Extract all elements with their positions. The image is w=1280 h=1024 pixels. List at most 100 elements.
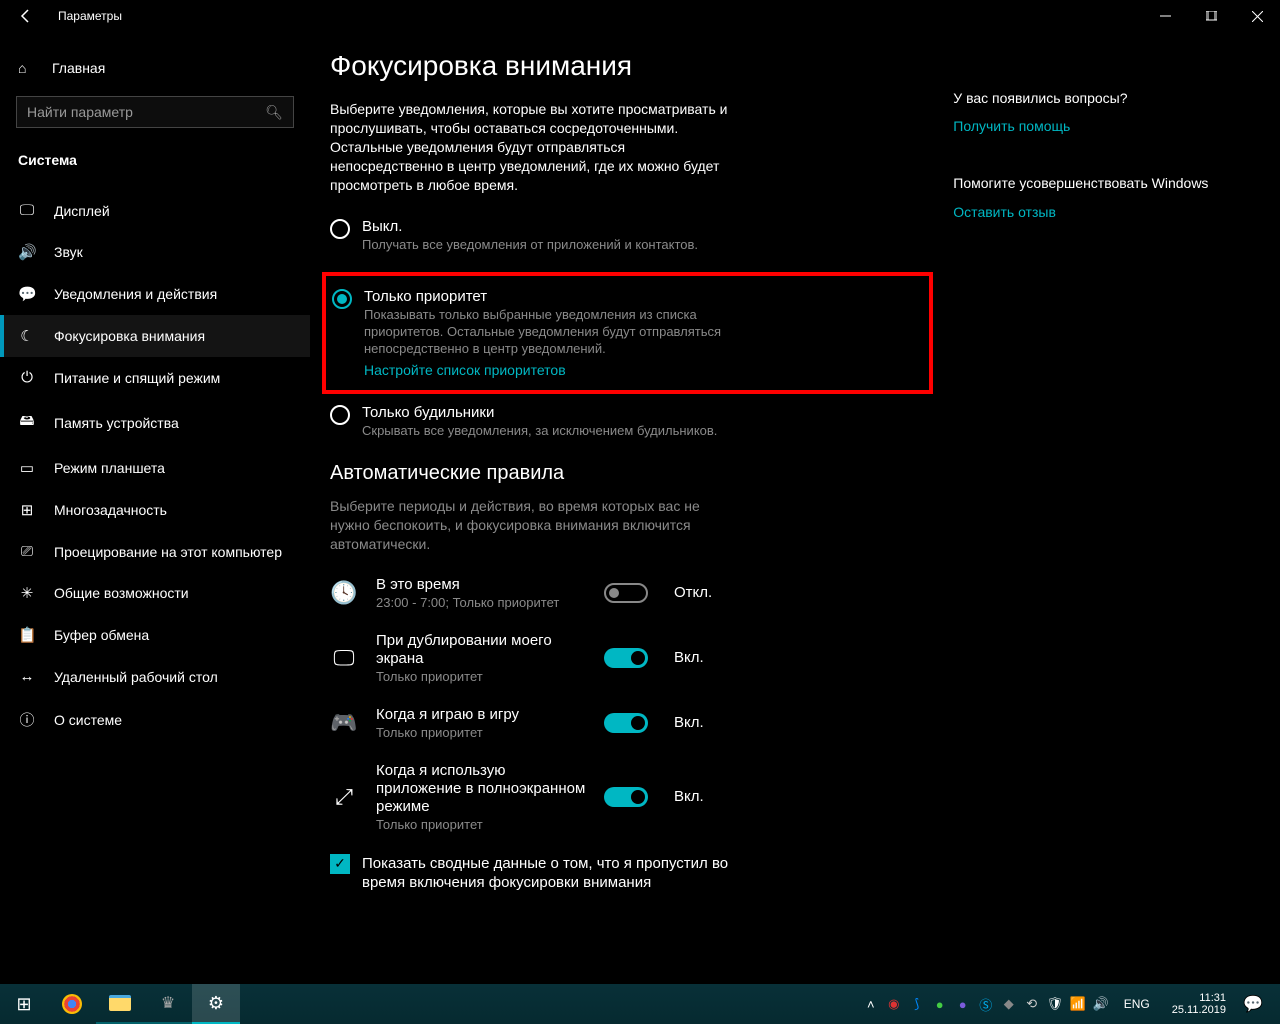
clock-icon: 🕓 <box>330 580 358 606</box>
sidebar-item-multitask[interactable]: ⊞Многозадачность <box>0 489 310 531</box>
tray-app2-icon[interactable]: ⟆ <box>908 996 926 1012</box>
sidebar-item-display[interactable]: 🖵Дисплей <box>0 190 310 231</box>
summary-checkbox[interactable]: ✓ <box>330 854 350 874</box>
highlighted-option: Только приоритет Показывать только выбра… <box>322 272 933 394</box>
close-button[interactable] <box>1234 0 1280 32</box>
taskbar: ⊞ ♛ ⚙ ˄ ◉ ⟆ ● ● Ⓢ ◆ ⟲ 🛡 📶 🔊 ENG 11:31 25… <box>0 984 1280 1024</box>
radio-priority-title: Только приоритет <box>364 288 724 305</box>
game-icon: 🎮 <box>330 710 358 736</box>
maximize-button[interactable] <box>1188 0 1234 32</box>
taskbar-game[interactable]: ♛ <box>144 984 192 1024</box>
titlebar: Параметры <box>0 0 1280 32</box>
rule-time-state: Откл. <box>674 584 712 601</box>
rule-fullscreen[interactable]: ⤢ Когда я использую приложение в полноэк… <box>330 762 933 832</box>
action-center-icon[interactable]: 💬 <box>1234 994 1272 1014</box>
rule-game-state: Вкл. <box>674 714 704 731</box>
home-icon: ⌂ <box>18 60 36 76</box>
sidebar-item-focus[interactable]: ☾Фокусировка внимания <box>0 315 310 357</box>
search-input[interactable] <box>27 104 265 120</box>
minimize-button[interactable] <box>1142 0 1188 32</box>
rule-game-toggle[interactable] <box>604 713 648 733</box>
start-button[interactable]: ⊞ <box>0 984 48 1024</box>
sidebar-item-power[interactable]: ⏻Питание и спящий режим <box>0 357 310 398</box>
remote-icon: ↔ <box>18 668 36 685</box>
feedback-link[interactable]: Оставить отзыв <box>953 204 1250 220</box>
sidebar-item-about[interactable]: ⓘО системе <box>0 697 310 742</box>
home-link[interactable]: ⌂ Главная <box>0 52 310 84</box>
sidebar: ⌂ Главная 🔍︎ Система 🖵Дисплей 🔊Звук 💬Уве… <box>0 32 310 984</box>
rule-fullscreen-toggle[interactable] <box>604 787 648 807</box>
page-description: Выберите уведомления, которые вы хотите … <box>330 100 730 194</box>
sidebar-item-shared[interactable]: ✳Общие возможности <box>0 572 310 614</box>
monitor-icon: 🖵 <box>330 645 358 671</box>
taskbar-chrome[interactable] <box>48 984 96 1024</box>
aside: У вас появились вопросы? Получить помощь… <box>953 50 1250 984</box>
radio-priority-control[interactable] <box>332 289 352 309</box>
sidebar-item-project[interactable]: ⎚Проецирование на этот компьютер <box>0 531 310 572</box>
rule-time-toggle[interactable] <box>604 583 648 603</box>
radio-alarms-desc: Скрывать все уведомления, за исключением… <box>362 423 717 440</box>
tray-up-icon[interactable]: ˄ <box>862 997 880 1012</box>
window-title: Параметры <box>58 9 122 23</box>
search-box[interactable]: 🔍︎ <box>16 96 294 128</box>
shared-icon: ✳ <box>18 584 36 602</box>
tray-skype-icon[interactable]: Ⓢ <box>977 995 995 1014</box>
notifications-icon: 💬 <box>18 285 36 303</box>
tray-network-icon[interactable]: 📶 <box>1069 996 1087 1012</box>
radio-alarms[interactable]: Только будильники Скрывать все уведомлен… <box>330 402 933 442</box>
rule-game[interactable]: 🎮 Когда я играю в игруТолько приоритет В… <box>330 706 933 740</box>
auto-heading: Автоматические правила <box>330 462 933 485</box>
radio-off[interactable]: Выкл. Получать все уведомления от прилож… <box>330 216 933 256</box>
summary-checkbox-row[interactable]: ✓ Показать сводные данные о том, что я п… <box>330 854 933 893</box>
tablet-icon: ▭ <box>18 459 36 477</box>
tray-volume-icon[interactable]: 🔊 <box>1092 996 1110 1012</box>
radio-off-title: Выкл. <box>362 218 698 235</box>
project-icon: ⎚ <box>18 543 36 560</box>
taskbar-explorer[interactable] <box>96 984 144 1024</box>
taskbar-settings[interactable]: ⚙ <box>192 984 240 1024</box>
summary-checkbox-label: Показать сводные данные о том, что я про… <box>362 854 742 893</box>
fullscreen-icon: ⤢ <box>330 784 358 810</box>
tray-lang[interactable]: ENG <box>1124 997 1150 1011</box>
clipboard-icon: 📋 <box>18 626 36 644</box>
storage-icon: 🖴 <box>18 410 36 435</box>
power-icon: ⏻ <box>18 369 36 386</box>
rule-fullscreen-state: Вкл. <box>674 788 704 805</box>
radio-off-control[interactable] <box>330 219 350 239</box>
get-help-link[interactable]: Получить помощь <box>953 118 1250 134</box>
tray-viber-icon[interactable]: ● <box>954 997 972 1012</box>
tray-utorrent-icon[interactable]: ● <box>931 997 949 1012</box>
sound-icon: 🔊 <box>18 243 36 261</box>
priority-list-link[interactable]: Настройте список приоритетов <box>364 362 566 378</box>
tray-app4-icon[interactable]: ⟲ <box>1023 996 1041 1012</box>
radio-priority[interactable]: Только приоритет Показывать только выбра… <box>332 286 921 382</box>
radio-alarms-control[interactable] <box>330 405 350 425</box>
tray[interactable]: ˄ ◉ ⟆ ● ● Ⓢ ◆ ⟲ 🛡 📶 🔊 <box>862 995 1110 1014</box>
rule-duplicate-toggle[interactable] <box>604 648 648 668</box>
radio-alarms-title: Только будильники <box>362 404 717 421</box>
category-label: Система <box>0 144 310 176</box>
auto-description: Выберите периоды и действия, во время ко… <box>330 497 740 554</box>
aside-improve: Помогите усовершенствовать Windows <box>953 174 1250 192</box>
page-title: Фокусировка внимания <box>330 50 933 82</box>
tray-security-icon[interactable]: 🛡 <box>1046 996 1064 1012</box>
sidebar-item-storage[interactable]: 🖴Память устройства <box>0 398 310 447</box>
sidebar-item-tablet[interactable]: ▭Режим планшета <box>0 447 310 489</box>
back-button[interactable] <box>18 8 38 24</box>
radio-off-desc: Получать все уведомления от приложений и… <box>362 237 698 254</box>
tray-app3-icon[interactable]: ◆ <box>1000 996 1018 1012</box>
rule-time[interactable]: 🕓 В это время23:00 - 7:00; Только приори… <box>330 576 933 610</box>
rule-duplicate-state: Вкл. <box>674 649 704 666</box>
sidebar-item-remote[interactable]: ↔Удаленный рабочий стол <box>0 656 310 697</box>
rule-duplicate[interactable]: 🖵 При дублировании моего экранаТолько пр… <box>330 632 933 684</box>
sidebar-item-sound[interactable]: 🔊Звук <box>0 231 310 273</box>
sidebar-item-clipboard[interactable]: 📋Буфер обмена <box>0 614 310 656</box>
tray-app1-icon[interactable]: ◉ <box>885 996 903 1012</box>
radio-priority-desc: Показывать только выбранные уведомления … <box>364 307 724 358</box>
aside-question: У вас появились вопросы? <box>953 90 1250 106</box>
tray-clock[interactable]: 11:31 25.11.2019 <box>1172 992 1226 1016</box>
focus-icon: ☾ <box>18 327 36 345</box>
content: Фокусировка внимания Выберите уведомлени… <box>330 50 933 984</box>
multitask-icon: ⊞ <box>18 501 36 519</box>
sidebar-item-notifications[interactable]: 💬Уведомления и действия <box>0 273 310 315</box>
